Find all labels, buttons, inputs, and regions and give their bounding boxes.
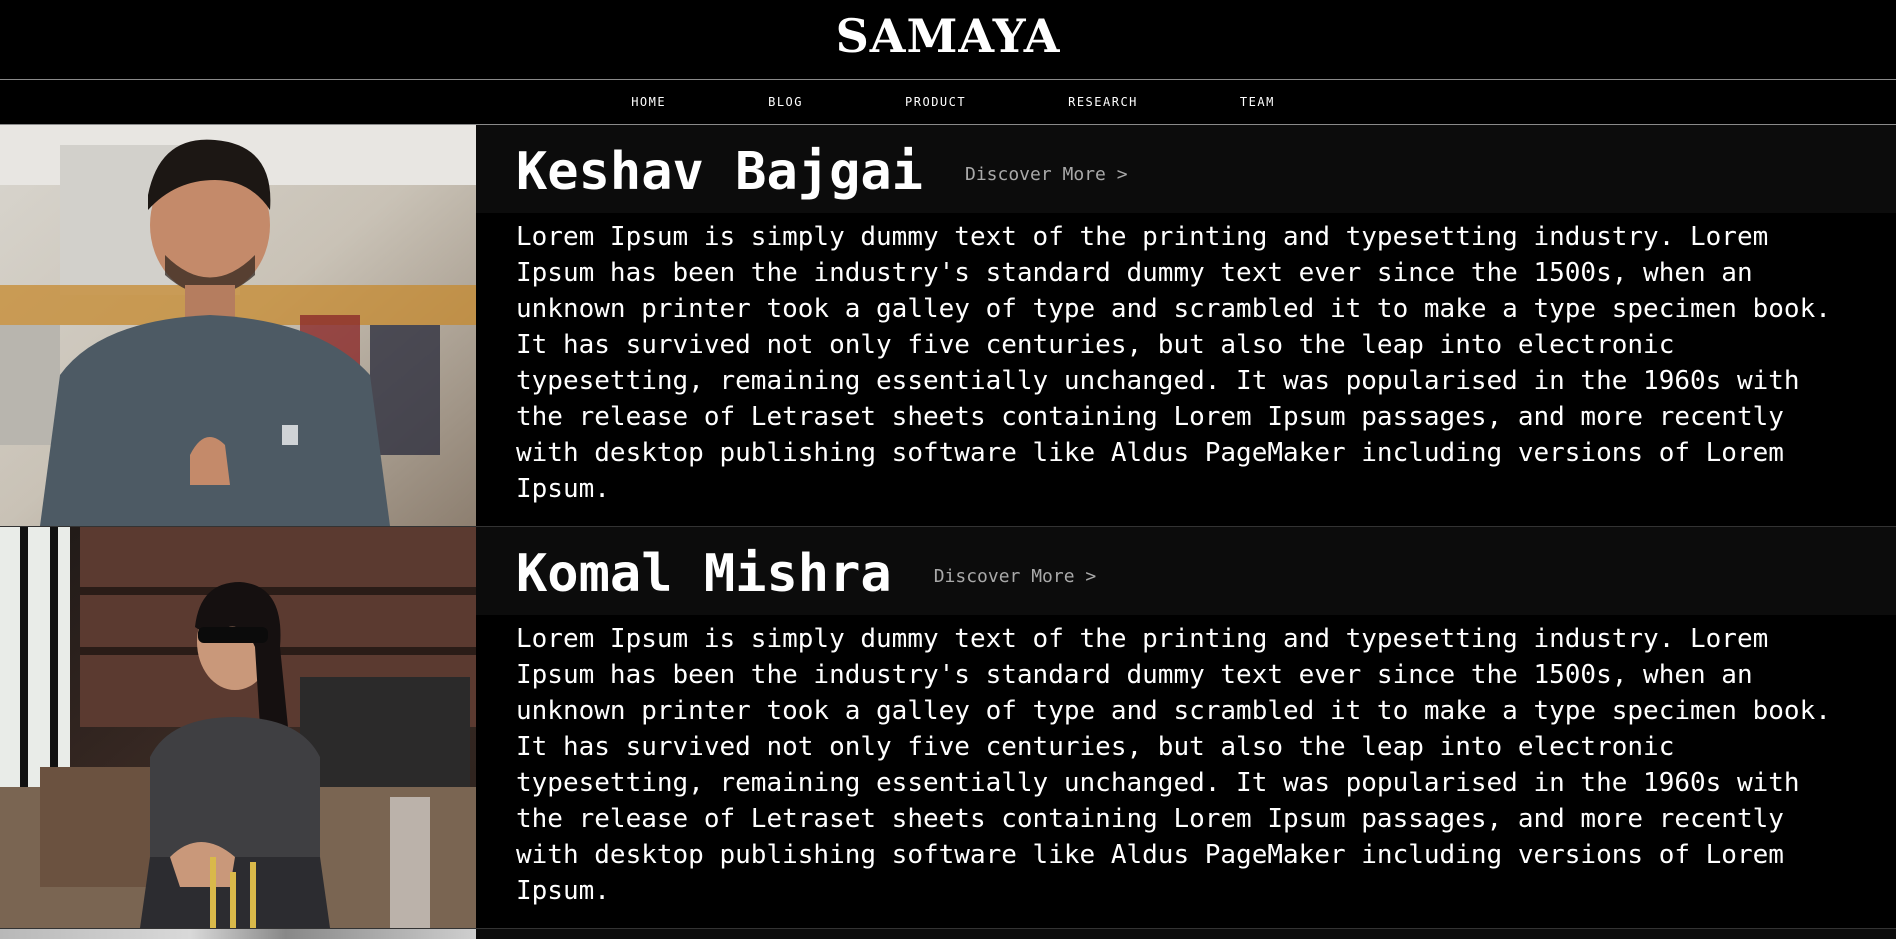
- discover-more-link[interactable]: Discover More >: [965, 164, 1128, 185]
- nav-product[interactable]: PRODUCT: [905, 95, 966, 109]
- nav-blog[interactable]: BLOG: [768, 95, 803, 109]
- next-member-peek: [0, 929, 1896, 939]
- nav-research[interactable]: RESEARCH: [1068, 95, 1138, 109]
- nav-home[interactable]: HOME: [631, 95, 666, 109]
- member-content: Keshav Bajgai Discover More > Lorem Ipsu…: [476, 125, 1896, 526]
- member-bio: Lorem Ipsum is simply dummy text of the …: [516, 624, 1831, 906]
- member-photo-image: [0, 125, 476, 526]
- member-header: Komal Mishra Discover More >: [476, 527, 1896, 615]
- discover-more-link[interactable]: Discover More >: [934, 566, 1097, 587]
- member-bio: Lorem Ipsum is simply dummy text of the …: [516, 222, 1831, 504]
- next-member-photo: [0, 929, 476, 939]
- site-header: SAMAYA: [0, 0, 1896, 80]
- member-photo: [0, 125, 476, 526]
- site-title[interactable]: SAMAYA: [836, 9, 1061, 63]
- next-member-content: [476, 929, 1896, 939]
- team-member-card: Komal Mishra Discover More > Lorem Ipsum…: [0, 527, 1896, 929]
- team-list: Keshav Bajgai Discover More > Lorem Ipsu…: [0, 125, 1896, 939]
- member-photo-image: [0, 527, 476, 928]
- member-photo: [0, 527, 476, 928]
- member-content: Komal Mishra Discover More > Lorem Ipsum…: [476, 527, 1896, 928]
- member-header: Keshav Bajgai Discover More >: [476, 125, 1896, 213]
- member-name: Keshav Bajgai: [516, 142, 923, 202]
- nav-team[interactable]: TEAM: [1240, 95, 1275, 109]
- member-name: Komal Mishra: [516, 544, 892, 604]
- main-nav: HOME BLOG PRODUCT RESEARCH TEAM: [0, 80, 1896, 125]
- team-member-card: Keshav Bajgai Discover More > Lorem Ipsu…: [0, 125, 1896, 527]
